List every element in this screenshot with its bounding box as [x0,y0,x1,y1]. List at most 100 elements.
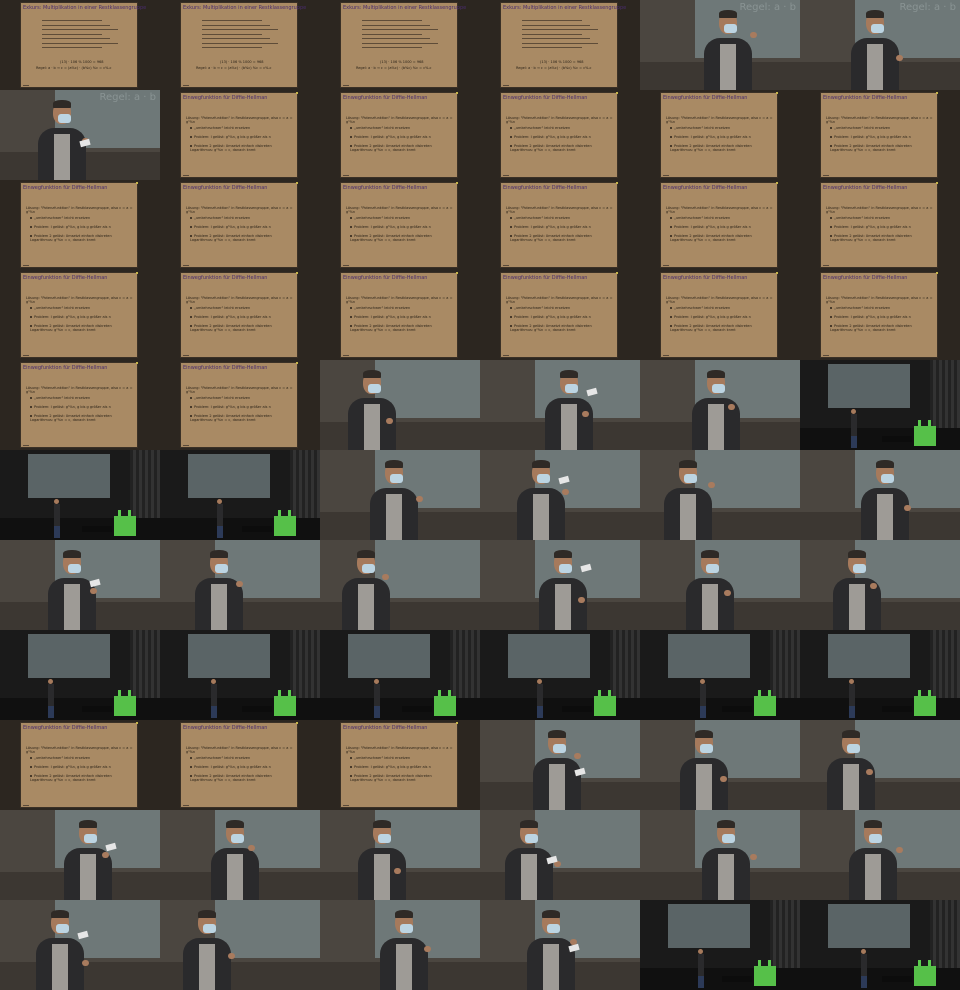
speaker-hair [520,820,538,828]
green-lectern [914,696,936,716]
speaker-hand [582,411,589,417]
slide-accent [136,722,138,724]
bullet-text: Problem 2 gelöst: Umsetzt einfach diskre… [190,144,272,152]
speaker-hair [701,550,719,558]
thumbnail-dh: Einwegfunktion für Diffie-Hellman Lösung:… [160,720,320,810]
bullet-dot [670,217,672,219]
face-mask [565,384,578,393]
calc-line [42,24,110,26]
slide-bullet: Problem: I gelöst: gᵃ%n, g bis g größer … [190,765,294,769]
slide-bullet: „umkehrschwer" leicht ersetzen [670,126,774,130]
projection-screen [668,904,750,948]
face-mask [724,24,737,33]
slide-intro: Lösung: "Potenzfunktion" in Restklasseng… [186,296,293,304]
slide-footer [823,175,829,176]
slide-accent [456,272,458,274]
bullet-text: Problem: I gelöst: gᵃ%n, g bis g größer … [194,225,271,229]
speaker-shirt [720,44,736,90]
calc-result: (13) · 106 % 1000 = 968 [540,60,584,64]
slide-bullet: Problem 2 gelöst: Umsetzt einfach diskre… [830,144,934,152]
face-mask [56,924,69,933]
green-light [118,510,121,516]
slide-page: Einwegfunktion für Diffie-Hellman Lösung:… [340,182,458,268]
green-lectern [274,696,296,716]
thumbnail-stage [640,630,800,720]
green-light [918,420,921,426]
bullet-dot [670,316,672,318]
slide-page: Einwegfunktion für Diffie-Hellman Lösung:… [820,272,938,358]
bullet-text: Problem: I gelöst: gᵃ%n, g bis g größer … [194,315,271,319]
slide-footer [503,175,509,176]
speaker-hand [896,55,903,61]
thumbnail-stage [160,450,320,540]
slide-title: Exkurs: Multiplikation in einer Restklas… [183,5,307,11]
bullet-text: Problem 2 gelöst: Umsetzt einfach diskre… [190,234,272,242]
slide-page: Einwegfunktion für Diffie-Hellman Lösung:… [340,92,458,178]
bullet-dot [350,766,352,768]
slide-title: Einwegfunktion für Diffie-Hellman [343,275,428,281]
face-mask [203,924,216,933]
thumbnail-dh: Einwegfunktion für Diffie-Hellman Lösung:… [480,90,640,180]
face-mask [722,834,735,843]
slide-intro: Lösung: "Potenzfunktion" in Restklasseng… [26,746,133,754]
green-lectern [114,516,136,536]
bullet-dot [670,307,672,309]
slide-bullet: Problem: I gelöst: gᵃ%n, g bis g größer … [30,315,134,319]
bullet-dot [830,136,832,138]
slide-accent [456,182,458,184]
calc-line [202,20,262,21]
calc-result: (13) · 106 % 1000 = 968 [380,60,424,64]
speaker-hand [866,769,873,775]
bullet-dot [30,316,32,318]
calc-line [42,47,102,48]
speaker-hand [82,960,89,966]
bullet-text: Problem: I gelöst: gᵃ%n, g bis g größer … [514,225,591,229]
speaker-shirt [718,854,734,900]
stage-table [882,976,912,982]
bullet-dot [670,235,672,237]
speaker-hand [382,574,389,580]
speaker-hair [842,730,860,738]
bullet-dot [190,415,192,417]
projection-screen [215,900,320,958]
thumbnail-dh: Einwegfunktion für Diffie-Hellman Lösung:… [0,360,160,450]
thumbnail-dh: Einwegfunktion für Diffie-Hellman Lösung:… [0,720,160,810]
speaker-shirt [80,854,96,900]
thumbnail-dh: Einwegfunktion für Diffie-Hellman Lösung:… [160,270,320,360]
speaker-hand [750,32,757,38]
thumbnail-speaker: Regel: a · b [0,90,160,180]
rule-text: Regel: a · b ⇒ c = (a%c) · (b%c) %c = c%… [36,66,112,70]
thumbnail-speaker [0,810,160,900]
bullet-text: Problem 2 gelöst: Umsetzt einfach diskre… [510,234,592,242]
slide-page: Einwegfunktion für Diffie-Hellman Lösung:… [180,362,298,448]
calc-result: (13) · 106 % 1000 = 968 [60,60,104,64]
slide-footer [183,445,189,446]
slide-bullet: Problem: I gelöst: gᵃ%n, g bis g größer … [670,315,774,319]
bullet-text: Problem 2 gelöst: Umsetzt einfach diskre… [830,144,912,152]
bullet-dot [190,226,192,228]
slide-bullet: Problem 2 gelöst: Umsetzt einfach diskre… [350,234,454,242]
bullet-text: Problem: I gelöst: gᵃ%n, g bis g größer … [674,315,751,319]
thumbnail-stage [640,900,800,990]
speaker-head [217,499,222,504]
bullet-text: Problem: I gelöst: gᵃ%n, g bis g größer … [514,135,591,139]
speaker-hair [395,910,413,918]
green-lectern [274,516,296,536]
slide-footer [23,355,29,356]
bullet-dot [510,127,512,129]
slide-accent [296,272,298,274]
bullet-dot [830,145,832,147]
slide-page: Exkurs: Multiplikation in einer Restklas… [340,2,466,88]
face-mask [390,474,403,483]
bullet-text: Problem: I gelöst: gᵃ%n, g bis g größer … [34,225,111,229]
bullet-text: Problem: I gelöst: gᵃ%n, g bis g größer … [354,765,431,769]
face-mask [712,384,725,393]
slide-bullet: „umkehrschwer" leicht ersetzen [30,306,134,310]
thumbnail-dh: Einwegfunktion für Diffie-Hellman Lösung:… [160,180,320,270]
slide-page: Einwegfunktion für Diffie-Hellman Lösung:… [20,722,138,808]
thumbnail-speaker [800,720,960,810]
stage-floor [800,698,960,720]
bullet-dot [830,217,832,219]
speaker-hand [870,583,877,589]
thumbnail-dh: Einwegfunktion für Diffie-Hellman Lösung:… [640,90,800,180]
